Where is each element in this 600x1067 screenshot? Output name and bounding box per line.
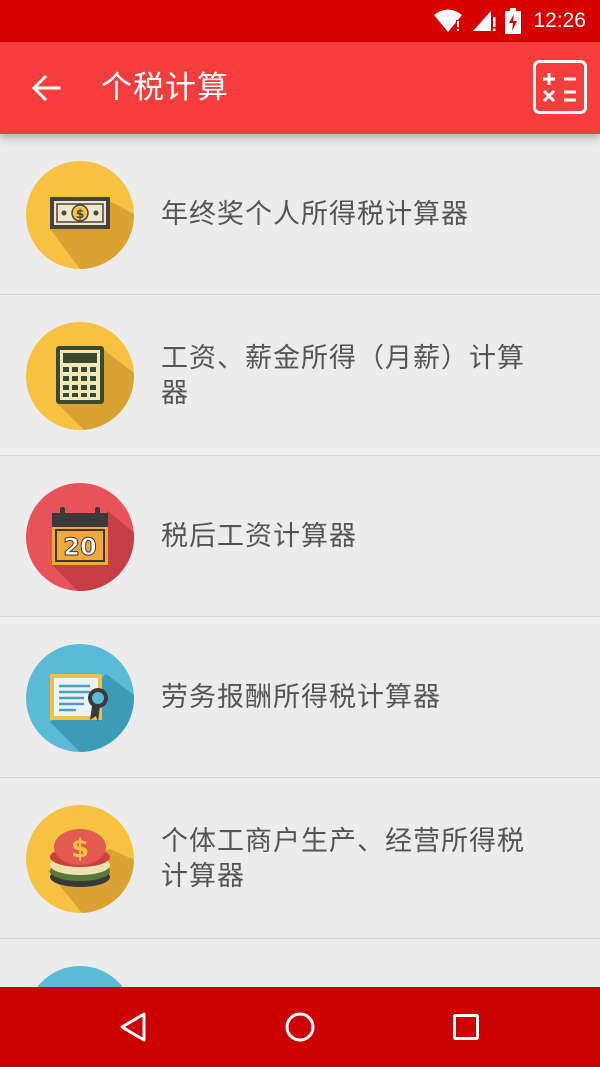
list-item-label (161, 939, 541, 987)
svg-text:$: $ (76, 207, 84, 221)
nav-back-icon (120, 1012, 146, 1042)
svg-text:$: $ (71, 834, 89, 864)
nav-recents-button[interactable] (438, 999, 494, 1055)
navigation-bar (0, 987, 600, 1067)
coins-icon: $ (26, 805, 134, 913)
nav-back-button[interactable] (105, 999, 161, 1055)
list-item-label: 个体工商户生产、经营所得税计算器 (161, 825, 525, 892)
banknote-icon: $ (26, 161, 134, 269)
list-item-partial[interactable] (0, 939, 600, 987)
status-bar: 12:26 (0, 0, 600, 42)
calculator-list: $ 年终奖个人所得税计算器 工资、薪金所得（月薪）计算器 20 税后工资计算器 … (0, 134, 600, 987)
list-item-after-tax-salary[interactable]: 20 税后工资计算器 (0, 456, 600, 617)
list-item-labor-remuneration[interactable]: 劳务报酬所得税计算器 (0, 617, 600, 778)
nav-home-button[interactable] (272, 999, 328, 1055)
calculator-icon (533, 60, 587, 114)
app-bar: 个税计算 (0, 42, 600, 134)
signal-icon (473, 11, 496, 31)
nav-home-icon (285, 1012, 315, 1042)
nav-recents-icon (453, 1014, 479, 1040)
partial-icon (37, 966, 123, 987)
status-icons: 12:26 (433, 0, 586, 42)
battery-icon (505, 8, 522, 34)
list-item-label: 劳务报酬所得税计算器 (161, 682, 441, 713)
list-item-label: 年终奖个人所得税计算器 (161, 199, 469, 230)
calculator-icon (26, 322, 134, 430)
page-title: 个税计算 (101, 70, 229, 106)
list-item-individual-business[interactable]: $ 个体工商户生产、经营所得税计算器 (0, 778, 600, 939)
certificate-icon (26, 644, 134, 752)
wifi-icon (434, 9, 463, 32)
status-time: 12:26 (533, 9, 586, 32)
arrow-left-icon (31, 74, 61, 102)
back-button[interactable] (20, 64, 72, 112)
calendar-day: 20 (63, 533, 96, 561)
list-item-salary[interactable]: 工资、薪金所得（月薪）计算器 (0, 295, 600, 456)
calculator-button[interactable] (533, 60, 587, 114)
list-item-label: 税后工资计算器 (161, 521, 357, 552)
list-item-label: 工资、薪金所得（月薪）计算器 (161, 342, 525, 409)
calendar-icon: 20 (26, 483, 134, 591)
list-item-year-end-bonus[interactable]: $ 年终奖个人所得税计算器 (0, 134, 600, 295)
